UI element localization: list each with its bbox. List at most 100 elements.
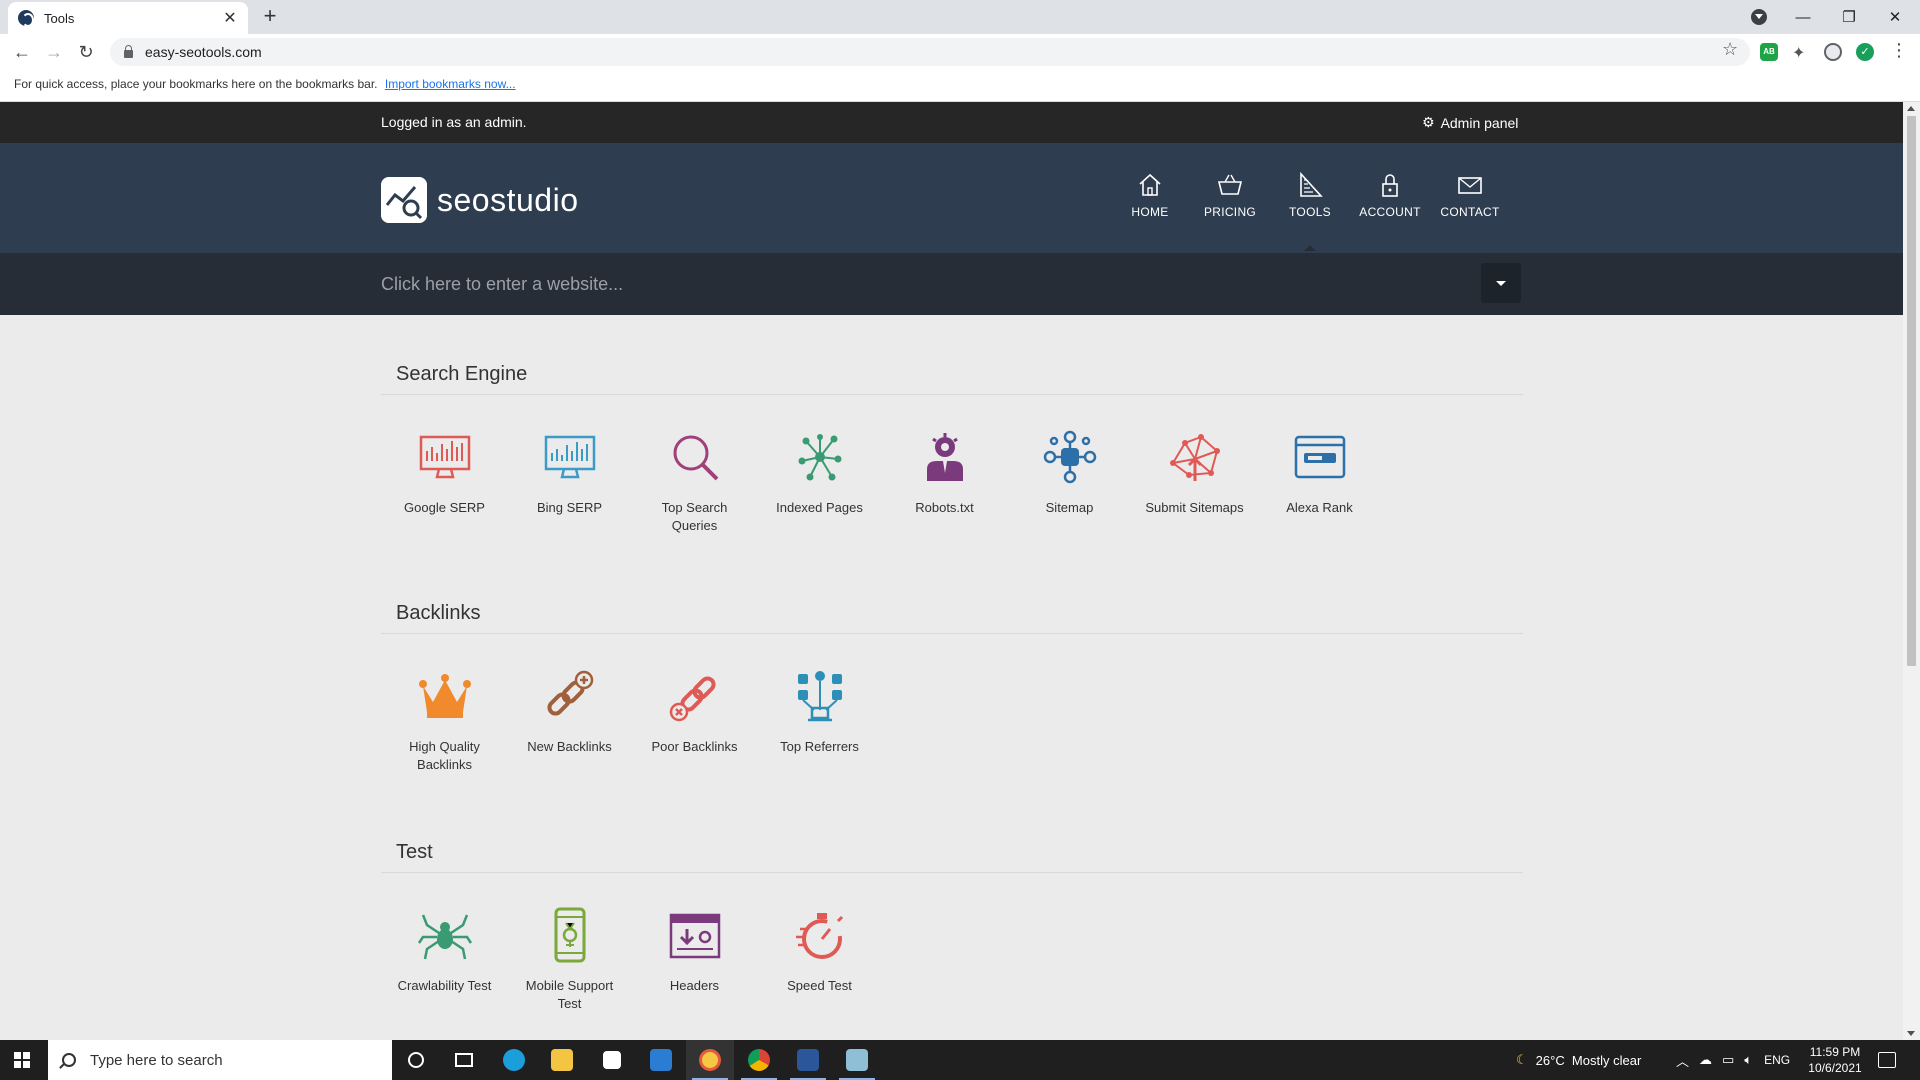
basket-icon — [1217, 174, 1243, 195]
main-nav: HOME PRICING TOOLS ACCOUNT CONTACT — [1110, 171, 1510, 251]
nav-home[interactable]: HOME — [1110, 171, 1190, 219]
new-tab-button[interactable]: + — [258, 4, 282, 28]
store-icon[interactable] — [588, 1040, 636, 1080]
tool-bing-serp[interactable]: Bing SERP — [507, 429, 632, 580]
section-title: Backlinks — [381, 580, 1523, 634]
tool-name: Indexed Pages — [776, 500, 863, 515]
tool-top-search-queries[interactable]: Top Search Queries — [632, 429, 757, 580]
tools-icon — [1300, 171, 1323, 197]
nav-account[interactable]: ACCOUNT — [1350, 171, 1430, 219]
tool-google-serp[interactable]: Google SERP — [382, 429, 507, 580]
forward-icon[interactable]: → — [42, 40, 66, 64]
admin-panel-link[interactable]: ⚙ Admin panel — [1422, 114, 1518, 131]
nav-tools[interactable]: TOOLS — [1270, 171, 1350, 251]
lock-icon — [124, 45, 133, 58]
headers-icon — [669, 913, 720, 959]
crown-icon — [418, 674, 471, 718]
link-plus-icon — [546, 670, 593, 716]
tool-name: Alexa Rank — [1286, 500, 1353, 515]
tool-name: Headers — [669, 978, 720, 993]
bookmarks-bar: For quick access, place your bookmarks h… — [0, 70, 1920, 102]
volume-icon[interactable]: 🔈︎ — [1744, 1052, 1752, 1068]
page-scrollbar[interactable] — [1903, 102, 1920, 1040]
reload-icon[interactable]: ↻ — [74, 40, 98, 64]
tray-icons[interactable]: ︿ ☁ ▭ 🔈︎ ENG — [1676, 1040, 1790, 1080]
tool-alexa-rank[interactable]: Alexa Rank — [1257, 429, 1382, 580]
tool-submit-sitemaps[interactable]: Submit Sitemaps — [1132, 429, 1257, 580]
tool-poor-backlinks[interactable]: Poor Backlinks — [632, 668, 757, 819]
site-logo[interactable]: seostudio — [381, 177, 578, 223]
task-view-icon[interactable] — [440, 1040, 488, 1080]
mail-app-icon[interactable] — [637, 1040, 685, 1080]
word-icon[interactable] — [784, 1040, 832, 1080]
mail-icon — [1458, 177, 1482, 194]
tool-name: Sitemap — [1045, 500, 1094, 515]
chevron-up-icon[interactable]: ︿ — [1676, 1051, 1689, 1070]
taskbar-search[interactable]: Type here to search — [48, 1040, 392, 1080]
scroll-up-icon[interactable] — [1907, 106, 1915, 111]
tool-robots-txt[interactable]: Robots.txt — [882, 429, 1007, 580]
close-tab-icon[interactable]: ✕ — [222, 8, 238, 28]
nav-contact[interactable]: CONTACT — [1430, 171, 1510, 219]
browser-window-icon — [1294, 435, 1345, 479]
nav-pricing[interactable]: PRICING — [1190, 171, 1270, 219]
tool-new-backlinks[interactable]: New Backlinks — [507, 668, 632, 819]
browser-menu-icon[interactable]: ⋮ — [1890, 40, 1908, 61]
section-search-engine: Search Engine Google SERP Bing SERP Top … — [381, 315, 1523, 580]
taskbar-search-placeholder: Type here to search — [90, 1051, 223, 1069]
security-shield-icon[interactable]: ✓ — [1856, 43, 1874, 61]
weather-widget[interactable]: ☾ 26°C Mostly clear — [1516, 1040, 1641, 1080]
scroll-down-icon[interactable] — [1907, 1031, 1915, 1036]
tool-speed-test[interactable]: Speed Test — [757, 907, 882, 1040]
notifications-icon[interactable] — [1878, 1052, 1896, 1068]
browser-tab[interactable]: Tools ✕ — [8, 2, 248, 34]
tool-top-referrers[interactable]: Top Referrers — [757, 668, 882, 819]
minimize-icon[interactable]: — — [1780, 0, 1826, 34]
browser-tab-strip: Tools ✕ + — ❐ ✕ — [0, 0, 1920, 34]
website-input[interactable] — [381, 269, 1481, 299]
close-window-icon[interactable]: ✕ — [1872, 0, 1918, 34]
nav-label: ACCOUNT — [1359, 205, 1421, 219]
admin-bar: Logged in as an admin. ⚙ Admin panel — [0, 102, 1903, 143]
back-icon[interactable]: ← — [10, 40, 34, 64]
app-icon[interactable] — [833, 1040, 881, 1080]
file-explorer-icon[interactable] — [538, 1040, 586, 1080]
browser-toolbar: ← → ↻ easy-seotools.com ☆ AB ✦ ✓ ⋮ — [0, 34, 1920, 70]
bookmarks-hint: For quick access, place your bookmarks h… — [14, 77, 378, 91]
extensions-puzzle-icon[interactable]: ✦ — [1792, 43, 1810, 62]
import-bookmarks-link[interactable]: Import bookmarks now... — [385, 77, 516, 91]
profile-icon[interactable] — [1824, 43, 1842, 61]
clock-time: 11:59 PM — [1809, 1045, 1861, 1059]
windows-start-icon[interactable] — [14, 1052, 30, 1068]
chrome-alt-icon[interactable] — [686, 1040, 734, 1080]
section-title: Test — [381, 819, 1523, 873]
edge-icon[interactable] — [490, 1040, 538, 1080]
tool-name: Top Referrers — [780, 739, 859, 754]
bookmark-star-icon[interactable]: ☆ — [1722, 39, 1738, 60]
tool-indexed-pages[interactable]: Indexed Pages — [757, 429, 882, 580]
taskbar-clock[interactable]: 11:59 PM 10/6/2021 — [1800, 1044, 1870, 1076]
cortana-icon[interactable] — [392, 1040, 440, 1080]
cloud-icon[interactable]: ☁ — [1699, 1052, 1712, 1068]
website-dropdown-button[interactable] — [1481, 263, 1521, 303]
tool-headers[interactable]: Headers — [632, 907, 757, 1040]
nav-label: PRICING — [1203, 205, 1257, 219]
network-status-icon[interactable]: ▭ — [1722, 1052, 1734, 1068]
search-icon — [62, 1053, 76, 1067]
restore-icon[interactable]: ❐ — [1826, 0, 1872, 34]
address-bar[interactable]: easy-seotools.com — [110, 38, 1750, 66]
site-favicon-icon — [18, 10, 34, 27]
section-backlinks: Backlinks High Quality Backlinks New Bac… — [381, 580, 1523, 819]
scrollbar-thumb[interactable] — [1907, 116, 1916, 666]
tab-search-icon[interactable] — [1751, 9, 1767, 25]
tool-high-quality-backlinks[interactable]: High Quality Backlinks — [382, 668, 507, 819]
tool-sitemap[interactable]: Sitemap — [1007, 429, 1132, 580]
tool-crawlability-test[interactable]: Crawlability Test — [382, 907, 507, 1040]
moon-icon: ☾ — [1516, 1052, 1528, 1067]
adblock-extension-icon[interactable]: AB — [1760, 43, 1778, 61]
chrome-icon[interactable] — [735, 1040, 783, 1080]
language-indicator[interactable]: ENG — [1764, 1053, 1790, 1067]
spider-icon — [417, 914, 472, 960]
sitemap-icon — [1043, 430, 1096, 484]
tool-mobile-support-test[interactable]: Mobile Support Test — [507, 907, 632, 1040]
